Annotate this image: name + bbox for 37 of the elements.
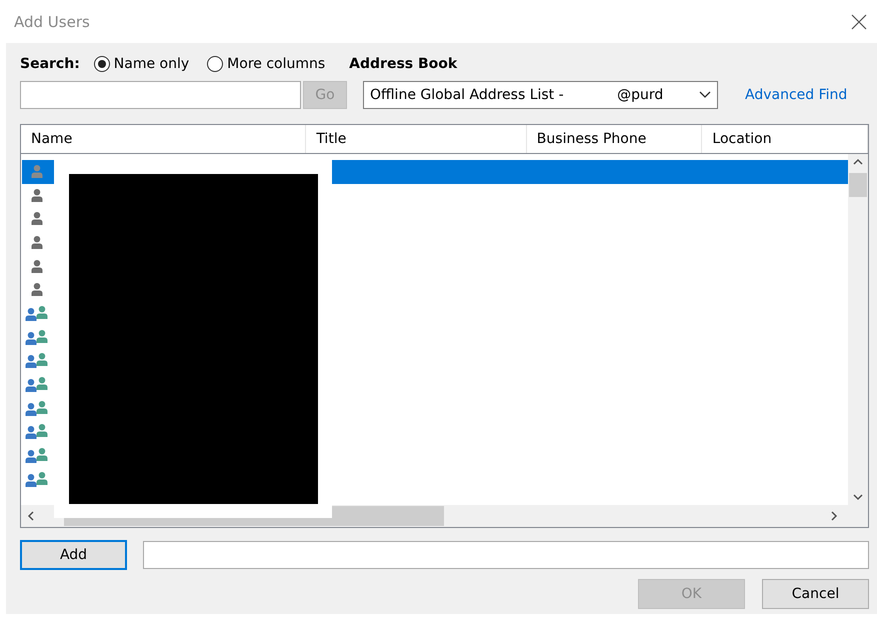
user-icon: [30, 188, 44, 204]
add-button[interactable]: Add: [20, 540, 127, 570]
column-header[interactable]: Business Phone: [526, 125, 702, 153]
group-icon: [25, 330, 49, 346]
user-icon: [30, 258, 44, 275]
chevron-up-icon[interactable]: [853, 158, 863, 165]
chevron-down-icon[interactable]: [853, 494, 863, 501]
group-icon: [25, 400, 49, 417]
group-icon: [25, 472, 49, 488]
column-header[interactable]: Title: [306, 125, 527, 153]
chevron-left-icon[interactable]: [27, 511, 34, 521]
user-icon: [30, 211, 44, 228]
group-icon: [25, 353, 49, 370]
address-book-dropdown[interactable]: Offline Global Address List - @purd: [363, 81, 718, 109]
recipient-field[interactable]: [143, 541, 869, 569]
window-title: Add Users: [14, 12, 90, 30]
group-icon: [25, 377, 49, 394]
chevron-right-icon[interactable]: [831, 511, 838, 521]
vertical-scrollbar[interactable]: [848, 154, 868, 505]
column-header[interactable]: Location: [702, 125, 868, 153]
user-icon: [30, 282, 44, 298]
group-icon: [25, 448, 49, 464]
close-icon[interactable]: [851, 14, 867, 30]
group-icon: [25, 306, 49, 322]
radio-option[interactable]: More columns: [207, 56, 326, 72]
user-icon: [30, 164, 44, 180]
column-header[interactable]: Name: [21, 125, 306, 153]
user-icon: [30, 234, 44, 251]
search-field[interactable]: [20, 81, 301, 109]
address-book-label: Address Book: [349, 56, 458, 72]
chevron-down-icon: [699, 91, 711, 99]
group-icon: [25, 424, 49, 440]
scroll-thumb[interactable]: [849, 172, 867, 196]
advanced-find-link[interactable]: Advanced Find: [745, 87, 848, 103]
dialog-button[interactable]: Cancel: [762, 579, 869, 609]
radio-option[interactable]: Name only: [94, 56, 190, 72]
search-label: Search:: [20, 56, 80, 72]
